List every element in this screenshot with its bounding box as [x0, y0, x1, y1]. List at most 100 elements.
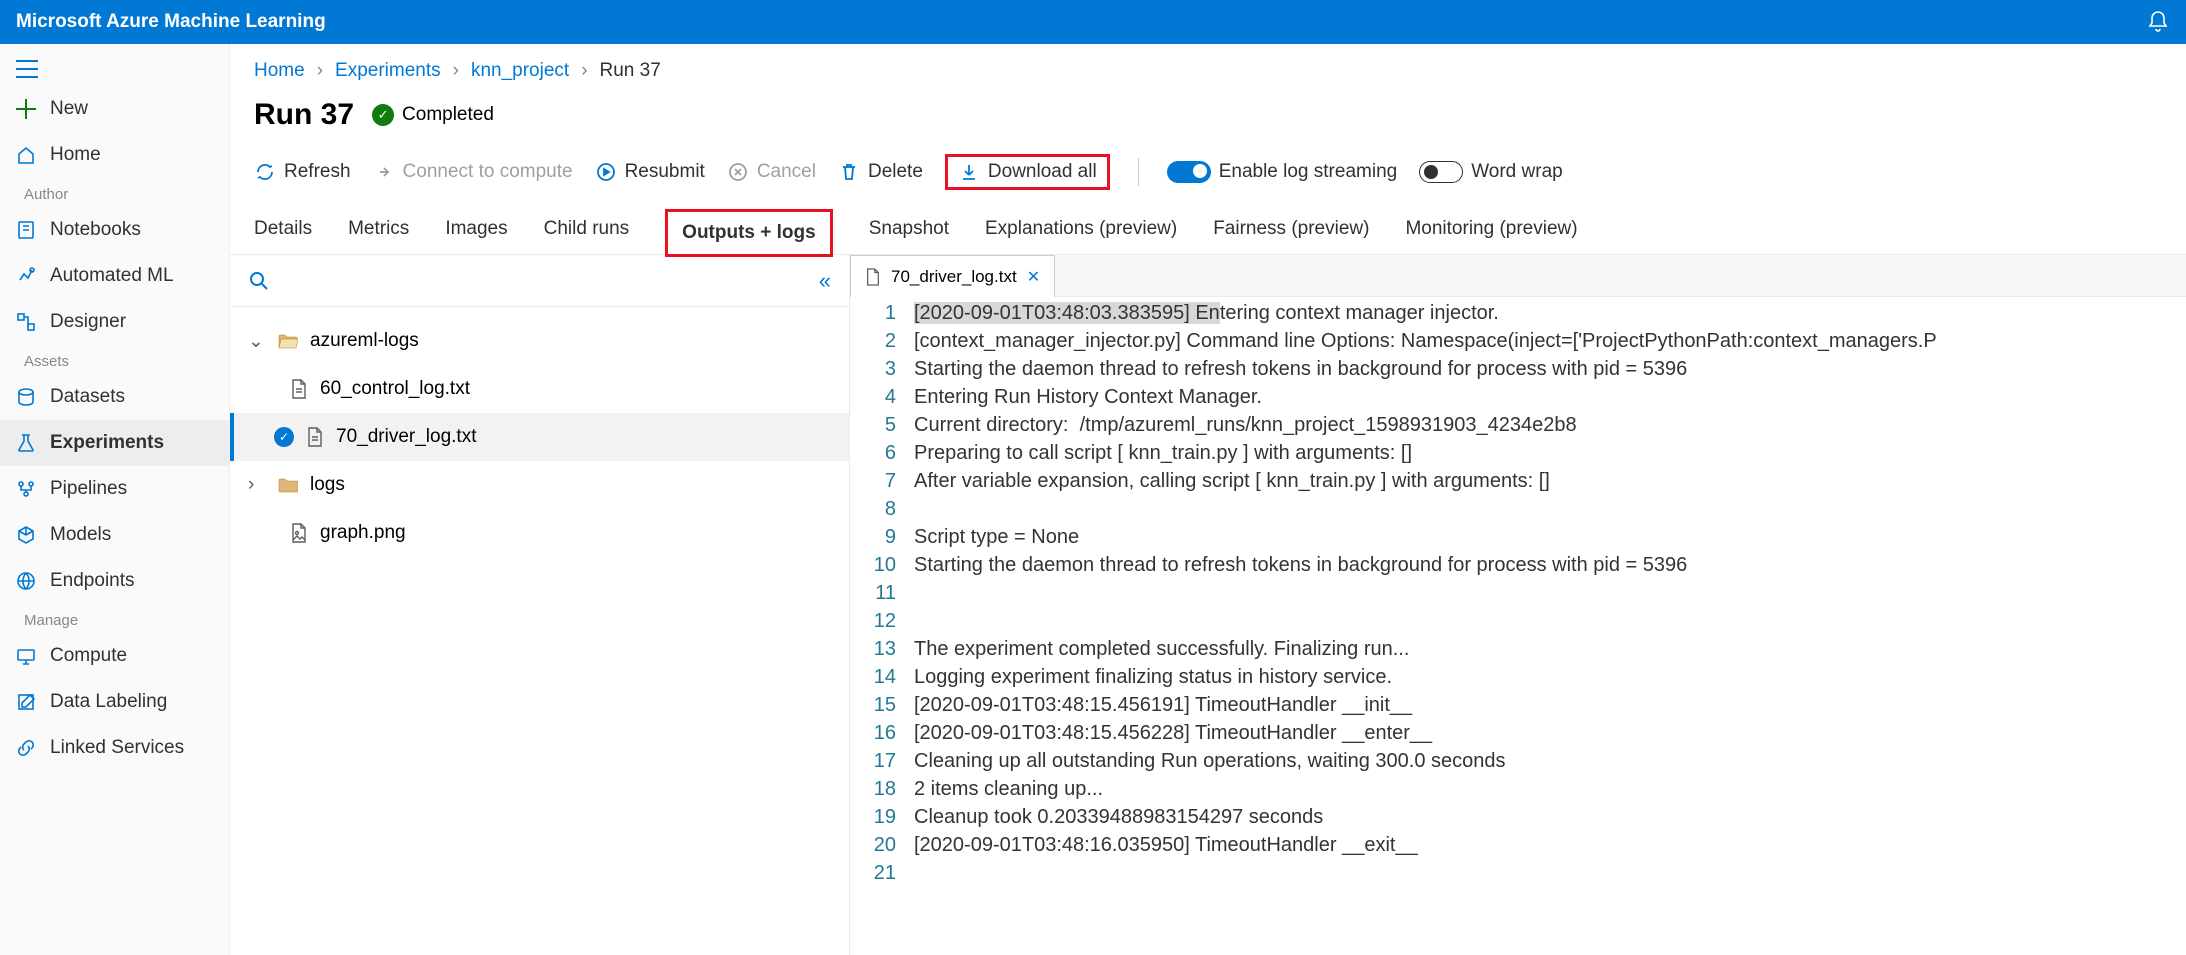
log-line: 7After variable expansion, calling scrip…	[850, 467, 2186, 495]
breadcrumb-experiments[interactable]: Experiments	[335, 60, 441, 82]
tree-folder-label: logs	[310, 474, 345, 496]
nav-linked-services[interactable]: Linked Services	[0, 725, 229, 771]
resubmit-icon	[595, 161, 617, 183]
chevron-right-icon: ›	[317, 60, 323, 82]
tab-outputs-logs[interactable]: Outputs + logs	[665, 209, 833, 257]
page-title-bar: Run 37 ✓ Completed	[230, 90, 2186, 140]
nav-pipelines[interactable]: Pipelines	[0, 466, 229, 512]
editor-pane: 70_driver_log.txt ✕ 1[2020-09-01T03:48:0…	[850, 255, 2186, 955]
tree-file-label: graph.png	[320, 522, 406, 544]
line-number: 3	[850, 355, 914, 383]
log-text: 2 items cleaning up...	[914, 775, 1103, 803]
download-all-label: Download all	[988, 161, 1097, 183]
tree-file-graph-png[interactable]: graph.png	[230, 509, 849, 557]
log-text: Current directory: /tmp/azureml_runs/knn…	[914, 411, 1577, 439]
connect-label: Connect to compute	[403, 161, 573, 183]
nav-endpoints[interactable]: Endpoints	[0, 558, 229, 604]
tab-monitoring[interactable]: Monitoring (preview)	[1405, 208, 1577, 254]
file-icon	[290, 379, 308, 399]
nav-experiments[interactable]: Experiments	[0, 420, 229, 466]
status-badge: ✓ Completed	[372, 104, 494, 126]
download-icon	[958, 161, 980, 183]
chevron-right-icon: ›	[453, 60, 459, 82]
tab-metrics[interactable]: Metrics	[348, 208, 409, 254]
log-text: [2020-09-01T03:48:15.456191] TimeoutHand…	[914, 691, 1412, 719]
toggle-off-icon	[1419, 161, 1463, 183]
breadcrumb-home[interactable]: Home	[254, 60, 305, 82]
nav-new[interactable]: New	[0, 86, 229, 132]
line-number: 13	[850, 635, 914, 663]
tree-file-label: 60_control_log.txt	[320, 378, 470, 400]
nav-notebooks[interactable]: Notebooks	[0, 207, 229, 253]
line-number: 1	[850, 299, 914, 327]
line-number: 9	[850, 523, 914, 551]
download-all-button[interactable]: Download all	[945, 154, 1110, 190]
log-streaming-label: Enable log streaming	[1219, 161, 1398, 183]
file-tab-70-driver-log[interactable]: 70_driver_log.txt ✕	[850, 255, 1055, 297]
line-number: 16	[850, 719, 914, 747]
hamburger-icon[interactable]	[0, 52, 229, 86]
delete-button[interactable]: Delete	[838, 161, 923, 183]
tree-folder-azureml-logs[interactable]: ⌄ azureml-logs	[230, 317, 849, 365]
nav-compute[interactable]: Compute	[0, 633, 229, 679]
nav-datasets-label: Datasets	[50, 386, 125, 408]
line-number: 10	[850, 551, 914, 579]
nav-models[interactable]: Models	[0, 512, 229, 558]
refresh-button[interactable]: Refresh	[254, 161, 351, 183]
nav-automl[interactable]: Automated ML	[0, 253, 229, 299]
tab-snapshot[interactable]: Snapshot	[869, 208, 949, 254]
log-content[interactable]: 1[2020-09-01T03:48:03.383595] Entering c…	[850, 297, 2186, 955]
tab-child-runs[interactable]: Child runs	[544, 208, 630, 254]
log-text: Cleaning up all outstanding Run operatio…	[914, 747, 1506, 775]
linked-services-icon	[16, 738, 36, 758]
log-line: 182 items cleaning up...	[850, 775, 2186, 803]
log-line: 3Starting the daemon thread to refresh t…	[850, 355, 2186, 383]
experiments-icon	[16, 433, 36, 453]
home-icon	[16, 145, 36, 165]
log-text: After variable expansion, calling script…	[914, 467, 1550, 495]
nav-automl-label: Automated ML	[50, 265, 174, 287]
log-line: 4Entering Run History Context Manager.	[850, 383, 2186, 411]
line-number: 4	[850, 383, 914, 411]
chevron-right-icon: ›	[248, 474, 266, 496]
nav-data-labeling[interactable]: Data Labeling	[0, 679, 229, 725]
log-text: [context_manager_injector.py] Command li…	[914, 327, 1937, 355]
line-number: 2	[850, 327, 914, 355]
tab-explanations[interactable]: Explanations (preview)	[985, 208, 1177, 254]
log-text: Starting the daemon thread to refresh to…	[914, 551, 1687, 579]
tree-file-60-control-log[interactable]: 60_control_log.txt	[230, 365, 849, 413]
collapse-pane-icon[interactable]: «	[819, 268, 831, 294]
search-icon[interactable]	[248, 270, 270, 292]
breadcrumb: Home › Experiments › knn_project › Run 3…	[230, 44, 2186, 90]
nav-designer-label: Designer	[50, 311, 126, 333]
nav-designer[interactable]: Designer	[0, 299, 229, 345]
nav-models-label: Models	[50, 524, 111, 546]
folder-icon	[278, 477, 298, 493]
nav-datasets[interactable]: Datasets	[0, 374, 229, 420]
notebook-icon	[16, 220, 36, 240]
tab-images[interactable]: Images	[445, 208, 507, 254]
tab-fairness[interactable]: Fairness (preview)	[1213, 208, 1369, 254]
tree-file-70-driver-log[interactable]: ✓ 70_driver_log.txt	[230, 413, 849, 461]
toolbar-divider	[1138, 158, 1139, 186]
resubmit-button[interactable]: Resubmit	[595, 161, 705, 183]
line-number: 11	[850, 579, 914, 607]
tab-details[interactable]: Details	[254, 208, 312, 254]
tree-toolbar: «	[230, 255, 849, 307]
connect-compute-button: Connect to compute	[373, 161, 573, 183]
check-circle-icon: ✓	[372, 104, 394, 126]
notifications-icon[interactable]	[2146, 10, 2170, 34]
page-title: Run 37	[254, 98, 354, 132]
word-wrap-toggle[interactable]: Word wrap	[1419, 161, 1563, 183]
toolbar: Refresh Connect to compute Resubmit Canc…	[230, 140, 2186, 208]
file-tab-bar: 70_driver_log.txt ✕	[850, 255, 2186, 297]
tree-folder-logs[interactable]: › logs	[230, 461, 849, 509]
log-streaming-toggle[interactable]: Enable log streaming	[1167, 161, 1398, 183]
endpoints-icon	[16, 571, 36, 591]
breadcrumb-project[interactable]: knn_project	[471, 60, 569, 82]
tree-file-label: 70_driver_log.txt	[336, 426, 476, 448]
log-line: 11	[850, 579, 2186, 607]
close-tab-icon[interactable]: ✕	[1027, 267, 1040, 287]
nav-home[interactable]: Home	[0, 132, 229, 178]
models-icon	[16, 525, 36, 545]
